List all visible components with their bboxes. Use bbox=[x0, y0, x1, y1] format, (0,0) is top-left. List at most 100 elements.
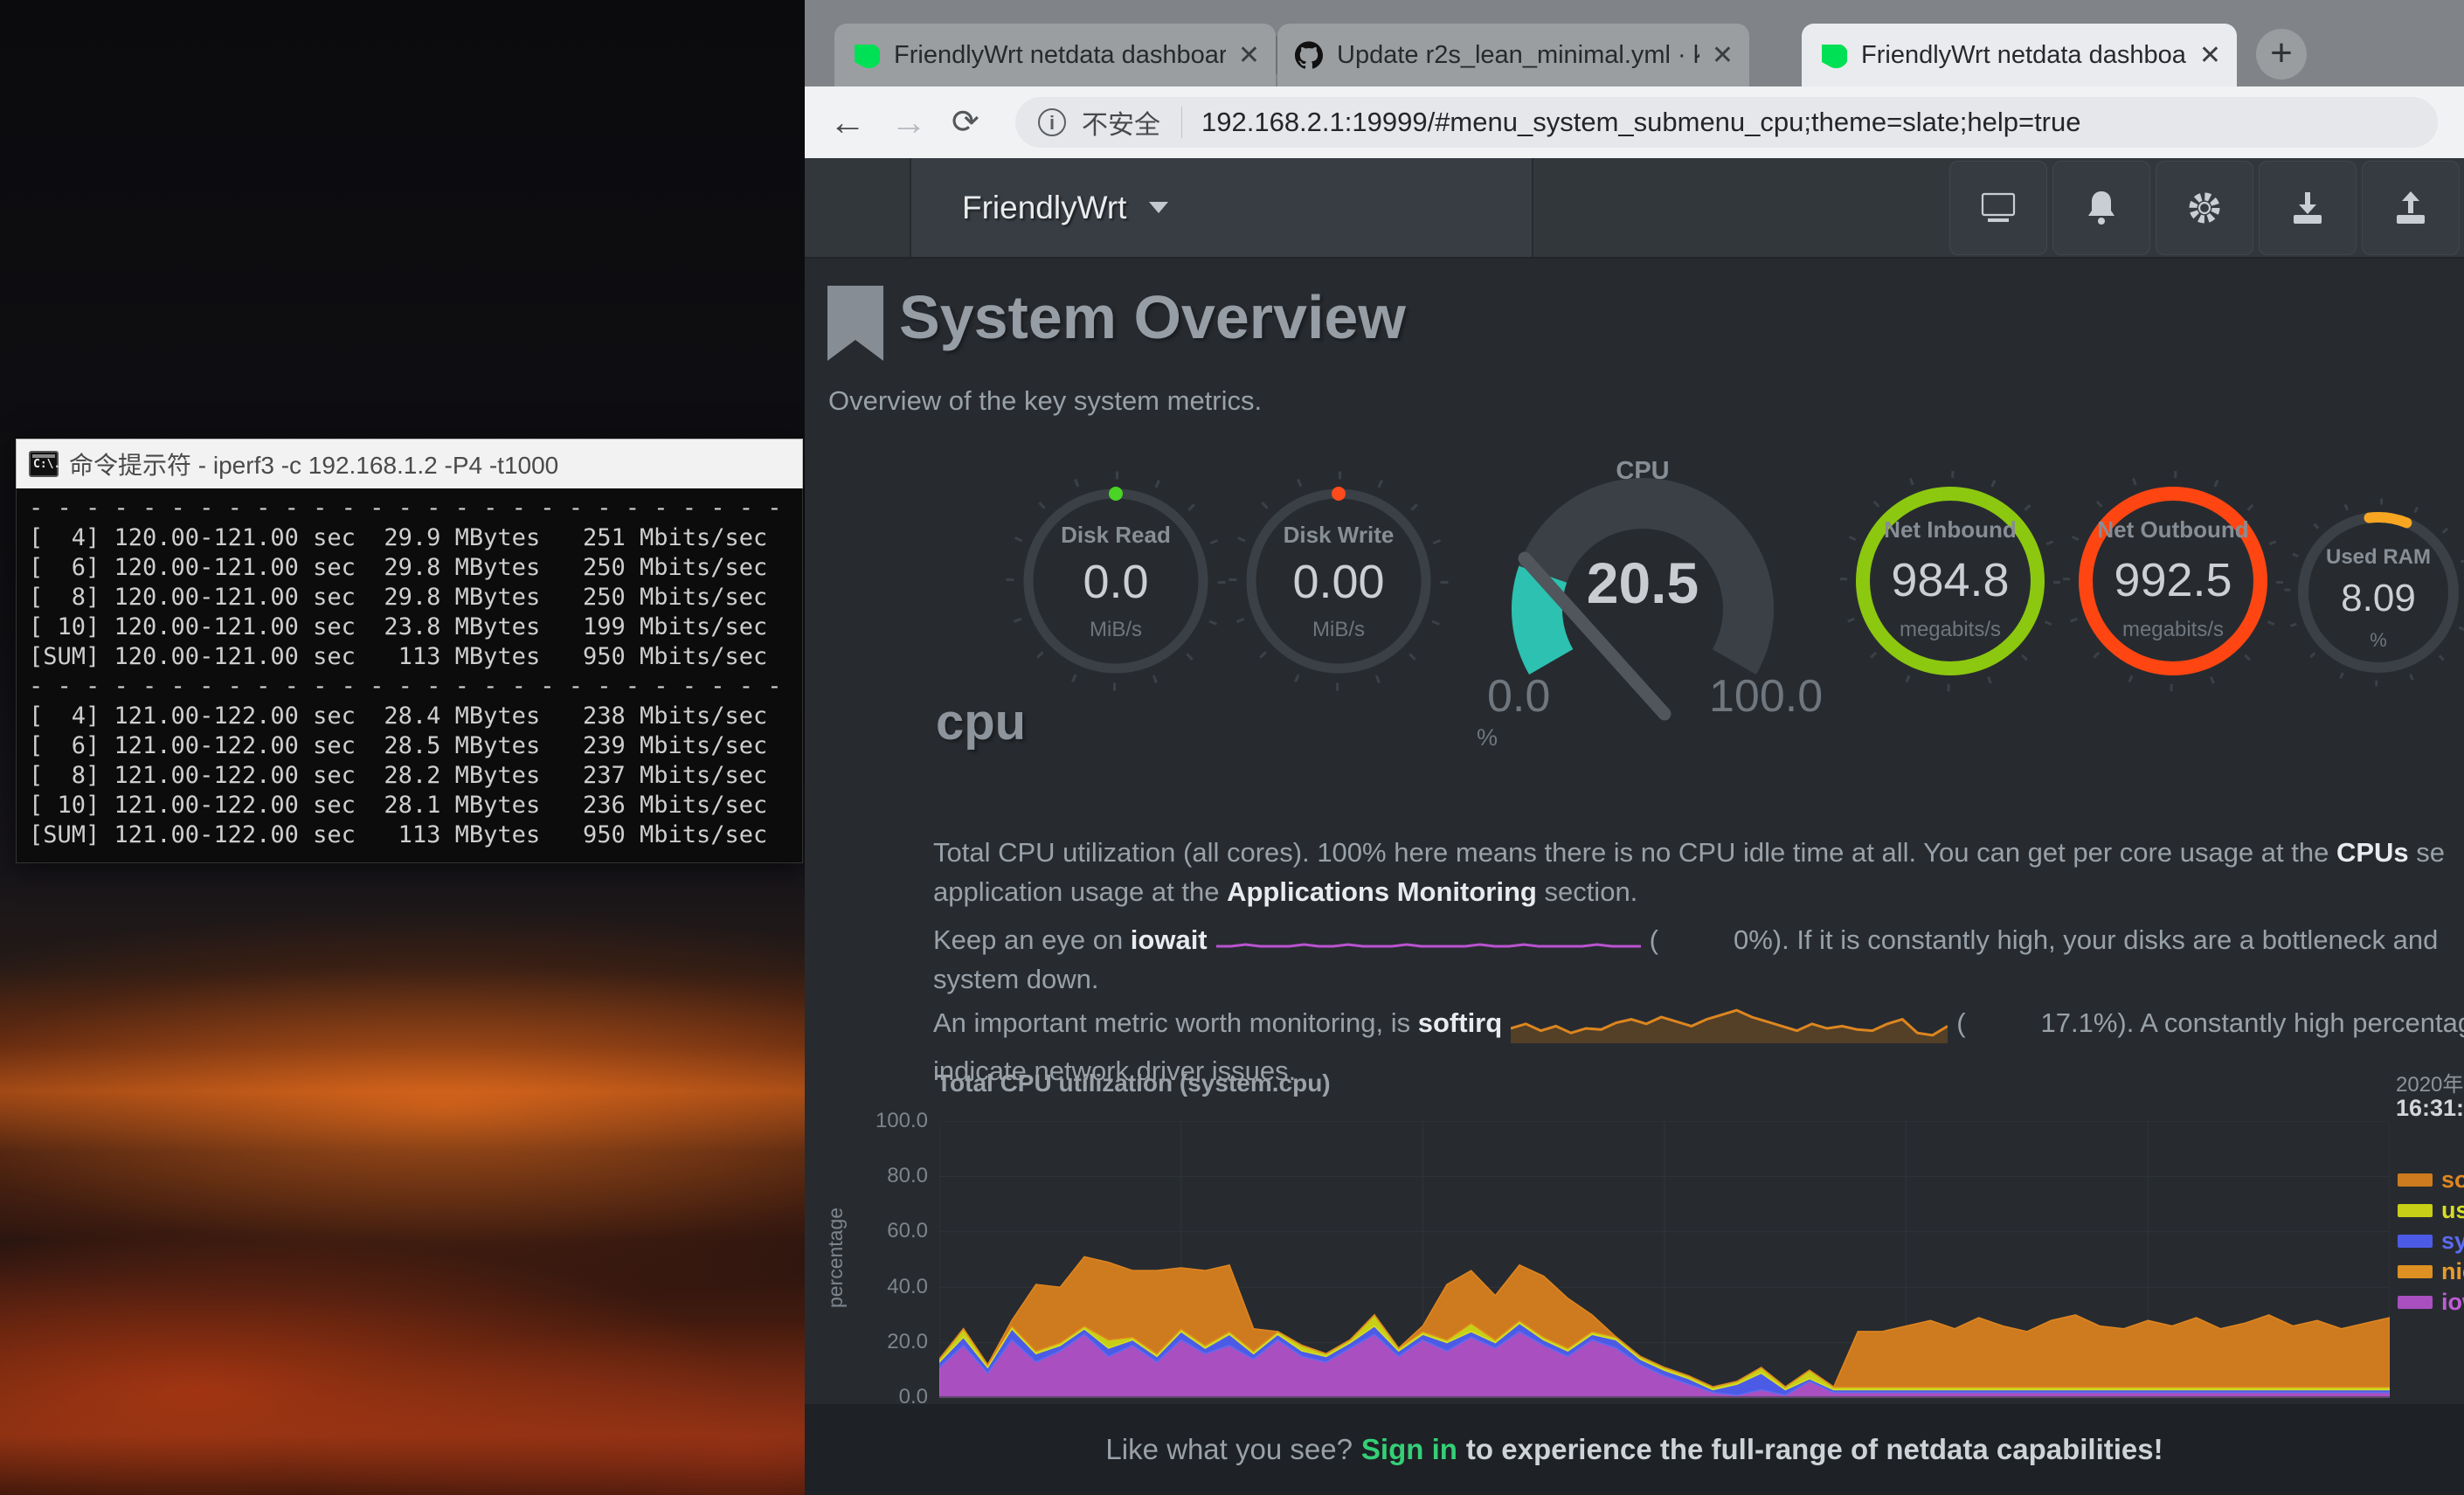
chevron-down-icon bbox=[1149, 202, 1168, 213]
address-bar[interactable]: i 不安全 192.168.2.1:19999/#menu_system_sub… bbox=[1015, 97, 2438, 148]
gauge-value: 984.8 bbox=[1837, 553, 2064, 607]
terminal-title: 命令提示符 - iperf3 -c 192.168.1.2 -P4 -t1000 bbox=[69, 446, 558, 481]
export-button[interactable] bbox=[2259, 161, 2357, 255]
gauge-unit: megabits/s bbox=[2059, 618, 2287, 642]
brand-dropdown[interactable]: FriendlyWrt bbox=[910, 158, 1533, 257]
security-label: 不安全 bbox=[1082, 103, 1160, 142]
tab-close-icon[interactable]: ✕ bbox=[1712, 40, 1734, 71]
softirq-sparkline[interactable] bbox=[1511, 1005, 1948, 1045]
cpu-paragraph-line: application usage at the Applications Mo… bbox=[933, 872, 2464, 911]
y-tick: 40.0 bbox=[841, 1275, 928, 1299]
gauge-title: Net Inbound bbox=[1837, 516, 2064, 543]
tab-title: FriendlyWrt netdata dashboard bbox=[894, 41, 1226, 70]
gauge-unit: % bbox=[1477, 724, 1498, 751]
gauge-title: Used RAM bbox=[2282, 545, 2464, 570]
legend-label: iowait bbox=[2441, 1289, 2464, 1316]
cpu-utilization-chart[interactable] bbox=[939, 1121, 2390, 1398]
legend-item-iowait[interactable]: iowait bbox=[2398, 1287, 2464, 1318]
tab-close-icon[interactable]: ✕ bbox=[1238, 40, 1260, 71]
legend-item-softirq[interactable]: softirq bbox=[2398, 1165, 2464, 1195]
chart-date: 2020年3 bbox=[2396, 1067, 2464, 1097]
text: 0%). If it is constantly high, your disk… bbox=[1734, 924, 2438, 955]
bell-icon bbox=[2084, 190, 2119, 226]
iowait-label: iowait bbox=[1131, 924, 1208, 955]
browser-window: FriendlyWrt netdata dashboard ✕ Update r… bbox=[805, 0, 2464, 1495]
terminal-line: [ 10] 121.00-122.00 sec 28.1 MBytes 236 … bbox=[29, 791, 790, 820]
legend-label: nice bbox=[2441, 1258, 2464, 1285]
screens-button[interactable] bbox=[1949, 161, 2047, 255]
text: se bbox=[2409, 837, 2445, 868]
brand-label: FriendlyWrt bbox=[962, 190, 1126, 226]
gauge-value: 992.5 bbox=[2059, 553, 2287, 607]
back-icon[interactable]: ← bbox=[829, 104, 866, 141]
terminal-line: - - - - - - - - - - - - - - - - - - - - … bbox=[29, 494, 790, 523]
gauge-net-outbound[interactable]: Net Outbound 992.5 megabits/s bbox=[2059, 467, 2287, 695]
legend-swatch bbox=[2398, 1265, 2433, 1278]
import-button[interactable] bbox=[2362, 161, 2460, 255]
terminal-line: [SUM] 120.00-121.00 sec 113 MBytes 950 M… bbox=[29, 642, 790, 672]
softirq-label: softirq bbox=[1418, 1007, 1502, 1038]
signin-link[interactable]: Sign in bbox=[1361, 1433, 1457, 1466]
tab-github[interactable]: Update r2s_lean_minimal.yml · k ✕ bbox=[1277, 24, 1749, 87]
cpu-paragraph-line: Keep an eye on iowait(0%). If it is cons… bbox=[933, 920, 2464, 959]
gauge-used-ram[interactable]: Used RAM 8.09 % bbox=[2282, 496, 2464, 689]
tab-close-icon[interactable]: ✕ bbox=[2199, 40, 2221, 71]
gauge-cpu[interactable]: CPU 20.5 0.0 % 100.0 bbox=[1450, 452, 1835, 749]
forward-icon[interactable]: → bbox=[890, 104, 927, 141]
cmd-icon bbox=[29, 451, 59, 477]
terminal-titlebar[interactable]: 命令提示符 - iperf3 -c 192.168.1.2 -P4 -t1000 bbox=[16, 439, 803, 488]
terminal-line: [ 4] 121.00-122.00 sec 28.4 MBytes 238 M… bbox=[29, 702, 790, 731]
y-tick: 20.0 bbox=[841, 1330, 928, 1354]
y-tick: 100.0 bbox=[841, 1109, 928, 1133]
gauge-disk-read[interactable]: Disk Read 0.0 MiB/s bbox=[1002, 467, 1229, 695]
gauge-value: 0.00 bbox=[1225, 555, 1452, 609]
applications-monitoring-link[interactable]: Applications Monitoring bbox=[1227, 876, 1537, 907]
page-subtitle: Overview of the key system metrics. bbox=[828, 385, 1262, 417]
text: application usage at the bbox=[933, 876, 1227, 907]
terminal-line: [ 10] 120.00-121.00 sec 23.8 MBytes 199 … bbox=[29, 613, 790, 642]
section-title-cpu: cpu bbox=[936, 693, 1026, 751]
url-text[interactable]: 192.168.2.1:19999/#menu_system_submenu_c… bbox=[1201, 107, 2081, 138]
download-icon bbox=[2288, 189, 2327, 227]
text: Total CPU utilization (all cores). 100% … bbox=[933, 837, 2336, 868]
tab-netdata-1[interactable]: FriendlyWrt netdata dashboard ✕ bbox=[834, 24, 1276, 87]
tab-netdata-2-active[interactable]: FriendlyWrt netdata dashboard ✕ bbox=[1802, 24, 2237, 87]
signin-text: Like what you see? bbox=[1105, 1433, 1353, 1466]
settings-button[interactable] bbox=[2156, 161, 2253, 255]
legend-item-user[interactable]: user bbox=[2398, 1195, 2464, 1226]
chart-time: 16:31:2 bbox=[2396, 1095, 2464, 1122]
cpus-link[interactable]: CPUs bbox=[2336, 837, 2409, 868]
reload-icon[interactable]: ⟳ bbox=[952, 106, 979, 139]
text: ( bbox=[1956, 1007, 1965, 1038]
netdata-navbar: FriendlyWrt bbox=[805, 158, 2464, 259]
alarms-button[interactable] bbox=[2052, 161, 2150, 255]
chart-canvas bbox=[939, 1121, 2390, 1398]
legend-item-nice[interactable]: nice bbox=[2398, 1256, 2464, 1287]
netdata-icon bbox=[852, 41, 880, 69]
terminal-line: [SUM] 121.00-122.00 sec 113 MBytes 950 M… bbox=[29, 820, 790, 850]
legend-label: system bbox=[2441, 1228, 2464, 1255]
netdata-page: FriendlyWrt System Overview Overview of … bbox=[805, 158, 2464, 1495]
gauge-disk-write[interactable]: Disk Write 0.00 MiB/s bbox=[1225, 467, 1452, 695]
new-tab-button[interactable]: + bbox=[2256, 29, 2307, 80]
page-title: System Overview bbox=[899, 282, 1406, 352]
info-icon[interactable]: i bbox=[1038, 108, 1066, 136]
legend-label: user bbox=[2441, 1197, 2464, 1224]
gauge-title: Disk Read bbox=[1002, 522, 1229, 549]
tab-title: FriendlyWrt netdata dashboard bbox=[1861, 41, 2187, 70]
text: section. bbox=[1537, 876, 1637, 907]
gauge-value: 20.5 bbox=[1450, 550, 1835, 616]
gauge-max: 100.0 bbox=[1709, 670, 1823, 723]
cpu-paragraph-line: system down. bbox=[933, 959, 2464, 999]
gauge-title: Net Outbound bbox=[2059, 516, 2287, 543]
text: ( bbox=[1650, 924, 1658, 955]
iowait-sparkline[interactable] bbox=[1216, 929, 1641, 955]
terminal-window[interactable]: 命令提示符 - iperf3 -c 192.168.1.2 -P4 -t1000… bbox=[16, 439, 803, 863]
gauge-dot bbox=[1332, 487, 1346, 501]
signin-bar: Like what you see? Sign in to experience… bbox=[805, 1404, 2464, 1495]
cpu-paragraph-line: Total CPU utilization (all cores). 100% … bbox=[933, 833, 2464, 872]
gauge-net-inbound[interactable]: Net Inbound 984.8 megabits/s bbox=[1837, 467, 2064, 695]
legend-item-system[interactable]: system bbox=[2398, 1226, 2464, 1256]
terminal-line: [ 6] 121.00-122.00 sec 28.5 MBytes 239 M… bbox=[29, 731, 790, 761]
gauge-value: 0.0 bbox=[1002, 555, 1229, 609]
